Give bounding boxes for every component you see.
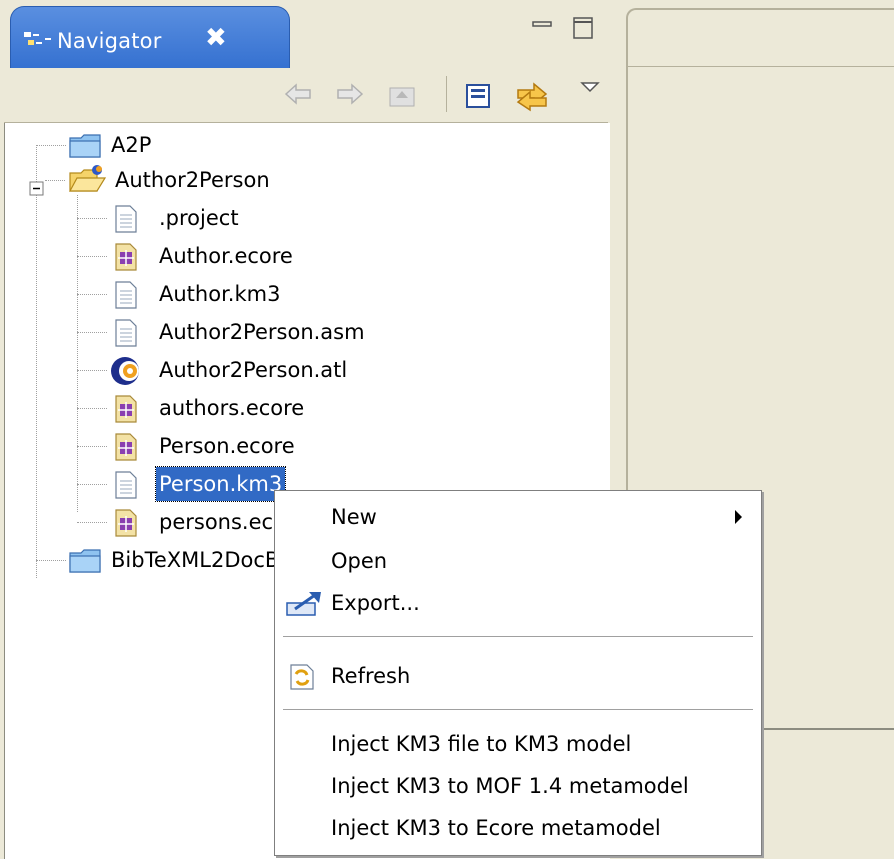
tree-item-file[interactable]: Author2Person.asm: [5, 315, 605, 349]
view-menu-icon[interactable]: [580, 76, 600, 100]
tree-item-project[interactable]: Author2Person: [5, 163, 605, 197]
tree-item-file[interactable]: Person.ecore: [5, 429, 605, 463]
editor-header-divider: [628, 66, 894, 67]
back-icon[interactable]: [282, 80, 314, 113]
forward-icon[interactable]: [334, 80, 366, 113]
link-with-editor-icon[interactable]: [514, 80, 550, 119]
menu-item-refresh[interactable]: Refresh: [275, 656, 761, 696]
tree-item-label: Person.km3: [154, 466, 287, 502]
tree-item-label: A2P: [111, 133, 152, 157]
text-file-icon: [111, 470, 141, 510]
navigator-toolbar: [4, 68, 608, 123]
ecore-file-icon: [111, 508, 141, 548]
close-icon[interactable]: ✖: [205, 23, 227, 53]
tree-item-label: Author2Person.atl: [159, 358, 348, 382]
tree-item-label: .project: [159, 206, 239, 230]
tree-item-label: Person.ecore: [159, 434, 295, 458]
text-file-icon: [111, 280, 141, 320]
tree-item-label: Author.ecore: [159, 244, 293, 268]
project-folder-icon: [67, 547, 103, 585]
menu-item-inject-km3-model[interactable]: Inject KM3 file to KM3 model: [275, 724, 761, 764]
toolbar-separator: [446, 76, 447, 112]
menu-separator: [283, 709, 753, 710]
tree-item-label: Author2Person: [115, 168, 270, 192]
tree-item-label: Author2Person.asm: [159, 320, 365, 344]
menu-item-label: Export...: [331, 591, 420, 615]
menu-item-label: Open: [331, 549, 388, 573]
context-menu: New Open Export... Refresh Inject KM3 fi…: [274, 490, 762, 856]
navigator-icon: [23, 30, 53, 55]
tree-item-file[interactable]: .project: [5, 201, 605, 235]
menu-item-inject-ecore-metamodel[interactable]: Inject KM3 to Ecore metamodel: [275, 808, 761, 848]
ecore-file-icon: [111, 432, 141, 472]
menu-item-label: Inject KM3 to MOF 1.4 metamodel: [331, 774, 689, 798]
menu-item-new[interactable]: New: [275, 497, 761, 537]
tree-item-label: Author.km3: [159, 282, 281, 306]
menu-item-open[interactable]: Open: [275, 541, 761, 581]
tab-strip: Navigator ✖: [0, 0, 616, 70]
open-project-folder-icon: [67, 163, 107, 205]
maximize-icon[interactable]: [572, 14, 596, 45]
tree-item-file[interactable]: Author.km3: [5, 277, 605, 311]
tree-item-file[interactable]: Author2Person.atl: [5, 353, 605, 387]
export-icon: [285, 589, 325, 630]
tree-item-file[interactable]: authors.ecore: [5, 391, 605, 425]
menu-item-inject-mof-metamodel[interactable]: Inject KM3 to MOF 1.4 metamodel: [275, 766, 761, 806]
tree-item-file[interactable]: Author.ecore: [5, 239, 605, 273]
editor-bottom-border: [756, 728, 894, 730]
menu-item-label: Inject KM3 file to KM3 model: [331, 732, 632, 756]
text-file-icon: [111, 318, 141, 358]
up-folder-icon[interactable]: [386, 80, 418, 115]
submenu-arrow-icon: [735, 510, 742, 524]
menu-item-label: Refresh: [331, 664, 411, 688]
tree-item-project[interactable]: A2P: [5, 128, 605, 162]
menu-item-export[interactable]: Export...: [275, 583, 761, 623]
tree-item-label: authors.ecore: [159, 396, 305, 420]
ecore-file-icon: [111, 242, 141, 282]
menu-separator: [283, 636, 753, 637]
navigator-tab[interactable]: Navigator ✖: [10, 6, 290, 70]
navigator-tab-label: Navigator: [57, 29, 162, 53]
menu-item-label: New: [331, 505, 377, 529]
minimize-icon[interactable]: [532, 14, 554, 38]
refresh-icon: [285, 662, 319, 705]
menu-item-label: Inject KM3 to Ecore metamodel: [331, 816, 661, 840]
text-file-icon: [111, 204, 141, 244]
ecore-file-icon: [111, 394, 141, 434]
collapse-all-icon[interactable]: [464, 80, 494, 115]
